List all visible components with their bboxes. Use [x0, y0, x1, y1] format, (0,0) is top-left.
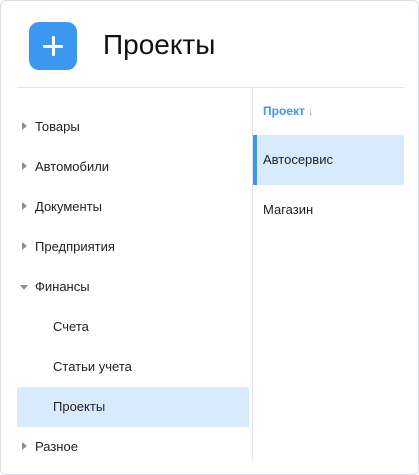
- sidebar-item-label: Счета: [53, 319, 89, 334]
- sidebar-item-label: Проекты: [53, 399, 106, 414]
- sidebar-item-stati-ucheta[interactable]: Статьи учета: [17, 347, 249, 387]
- column-header-project[interactable]: Проект ↓: [263, 100, 313, 122]
- sidebar-item-scheta[interactable]: Счета: [17, 307, 249, 347]
- list-item-label: Магазин: [263, 202, 314, 217]
- caret-right-icon[interactable]: [22, 442, 27, 450]
- sidebar-item-label: Разное: [35, 439, 78, 454]
- header-divider: [17, 87, 404, 88]
- sidebar-item-tovary[interactable]: Товары: [17, 107, 249, 147]
- page-title: Проекты: [103, 29, 216, 60]
- sidebar-item-label: Документы: [35, 199, 103, 214]
- caret-right-icon[interactable]: [22, 202, 27, 210]
- sort-arrow-down-icon[interactable]: ↓: [308, 101, 314, 123]
- header: Проекты: [1, 1, 418, 87]
- caret-right-icon[interactable]: [22, 122, 27, 130]
- caret-right-icon[interactable]: [22, 162, 27, 170]
- sidebar-item-label: Предприятия: [35, 239, 115, 254]
- sidebar-item-finansy[interactable]: Финансы: [17, 267, 249, 307]
- column-header-label: Проект: [263, 104, 305, 118]
- sidebar-item-dokumenty[interactable]: Документы: [17, 187, 249, 227]
- projects-window: Проекты Товары Автомобили Документы Пред…: [0, 0, 419, 475]
- caret-down-icon[interactable]: [20, 285, 28, 290]
- add-button[interactable]: [29, 22, 77, 70]
- sidebar-item-proekty[interactable]: Проекты: [17, 387, 249, 427]
- sidebar-item-avtomobili[interactable]: Автомобили: [17, 147, 249, 187]
- sidebar-item-label: Автомобили: [35, 159, 110, 174]
- sidebar-item-label: Финансы: [35, 279, 90, 294]
- sidebar-item-predpriyatiya[interactable]: Предприятия: [17, 227, 249, 267]
- list-item[interactable]: Магазин: [253, 185, 404, 235]
- sidebar-item-label: Статьи учета: [53, 359, 132, 374]
- caret-right-icon[interactable]: [22, 242, 27, 250]
- list-item-label: Автосервис: [263, 152, 333, 167]
- sidebar-item-label: Товары: [35, 119, 80, 134]
- sidebar-item-raznoe[interactable]: Разное: [17, 427, 249, 467]
- list-item[interactable]: Автосервис: [253, 135, 404, 185]
